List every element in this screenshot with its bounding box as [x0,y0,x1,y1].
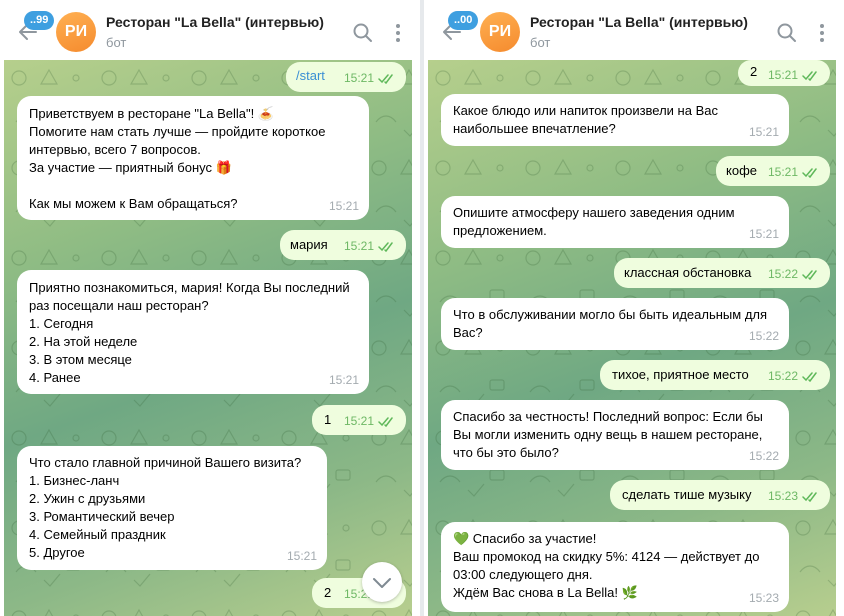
message-time: 15:21 [343,239,374,253]
message-time: 15:23 [767,489,798,503]
double-check-icon [802,71,817,82]
search-icon [777,23,796,42]
message-time: 15:21 [286,549,317,563]
chat-header: ..00 РИ Ресторан "La Bella" (интервью) б… [424,0,844,60]
message-time: 15:21 [343,71,374,85]
message-incoming[interactable]: Что в обслуживании могло бы быть идеальн… [441,298,789,350]
message-text[interactable]: Спасибо за честность! Последний вопрос: … [453,408,777,462]
message-incoming[interactable]: 💚 Спасибо за участие! Ваш промокод на ск… [441,522,789,612]
more-button[interactable] [814,22,830,44]
message-time: 15:21 [748,125,779,139]
message-incoming[interactable]: Спасибо за честность! Последний вопрос: … [441,400,789,470]
avatar[interactable]: РИ [480,12,520,52]
double-check-icon [802,492,817,503]
double-check-icon [378,74,393,85]
message-list[interactable]: /start 15:21 Приветствуем в ресторане "L… [4,60,412,616]
unread-badge: ..99 [24,11,55,30]
unread-badge: ..00 [448,11,479,30]
double-check-icon [378,242,393,253]
message-time: 15:22 [748,329,779,343]
message-text[interactable]: Какое блюдо или напиток произвели на Вас… [453,102,777,138]
double-check-icon [802,270,817,281]
scrollbar[interactable] [836,60,844,616]
message-text[interactable]: классная обстановка [624,265,751,280]
message-outgoing[interactable]: тихое, приятное место 15:22 [600,360,830,390]
more-vertical-icon [396,24,400,42]
message-text[interactable]: 1 [324,412,331,427]
search-icon [353,23,372,42]
chat-subtitle: бот [530,35,551,50]
scrollbar[interactable] [412,60,420,616]
message-text[interactable]: мария [290,237,328,252]
chat-window-right: ..00 РИ Ресторан "La Bella" (интервью) б… [424,0,844,616]
message-text[interactable]: /start [296,68,325,83]
message-text[interactable]: сделать тише музыку [622,487,751,502]
message-outgoing[interactable]: сделать тише музыку 15:23 [610,480,830,510]
message-text[interactable]: Что стало главной причиной Вашего визита… [29,454,315,562]
message-incoming[interactable]: Какое блюдо или напиток произвели на Вас… [441,94,789,146]
message-text[interactable]: 2 [750,64,757,79]
message-time: 15:22 [767,267,798,281]
search-button[interactable] [352,22,374,44]
message-list[interactable]: 2 15:21 Какое блюдо или напиток произвел… [428,60,836,616]
chevron-down-icon [373,578,391,588]
search-button[interactable] [776,22,798,44]
message-text[interactable]: тихое, приятное место [612,367,749,382]
more-vertical-icon [820,24,824,42]
message-outgoing[interactable]: классная обстановка 15:22 [614,258,830,288]
avatar[interactable]: РИ [56,12,96,52]
chat-subtitle: бот [106,35,127,50]
message-text[interactable]: Опишите атмосферу нашего заведения одним… [453,204,777,240]
more-button[interactable] [390,22,406,44]
message-outgoing[interactable]: кофе 15:21 [716,156,830,186]
message-time: 15:21 [328,373,359,387]
message-text[interactable]: Приятно познакомиться, мария! Когда Вы п… [29,279,357,387]
chat-title[interactable]: Ресторан "La Bella" (интервью) [530,14,748,30]
message-text[interactable]: Что в обслуживании могло бы быть идеальн… [453,306,777,342]
message-text[interactable]: кофе [726,163,757,178]
message-incoming[interactable]: Опишите атмосферу нашего заведения одним… [441,196,789,248]
double-check-icon [802,372,817,383]
message-time: 15:23 [748,591,779,605]
chat-title[interactable]: Ресторан "La Bella" (интервью) [106,14,324,30]
double-check-icon [802,168,817,179]
message-time: 15:21 [767,68,798,82]
message-time: 15:21 [343,414,374,428]
message-outgoing[interactable]: /start 15:21 [286,62,406,92]
scroll-down-button[interactable] [362,562,402,602]
message-outgoing[interactable]: 2 15:21 [738,60,830,86]
message-time: 15:21 [328,199,359,213]
message-incoming[interactable]: Приветствуем в ресторане "La Bella"! 🍝 П… [17,96,369,220]
message-time: 15:22 [767,369,798,383]
chat-window-left: ..99 РИ Ресторан "La Bella" (интервью) б… [0,0,420,616]
message-text[interactable]: Приветствуем в ресторане "La Bella"! 🍝 П… [29,105,357,213]
message-time: 15:21 [767,165,798,179]
chat-header: ..99 РИ Ресторан "La Bella" (интервью) б… [0,0,420,60]
message-outgoing[interactable]: мария 15:21 [280,230,406,260]
message-incoming[interactable]: Приятно познакомиться, мария! Когда Вы п… [17,270,369,394]
message-text[interactable]: 💚 Спасибо за участие! Ваш промокод на ск… [453,530,777,602]
double-check-icon [378,417,393,428]
message-time: 15:22 [748,449,779,463]
message-incoming[interactable]: Что стало главной причиной Вашего визита… [17,446,327,570]
message-text[interactable]: 2 [324,585,331,600]
message-time: 15:21 [748,227,779,241]
message-outgoing[interactable]: 1 15:21 [312,405,406,435]
